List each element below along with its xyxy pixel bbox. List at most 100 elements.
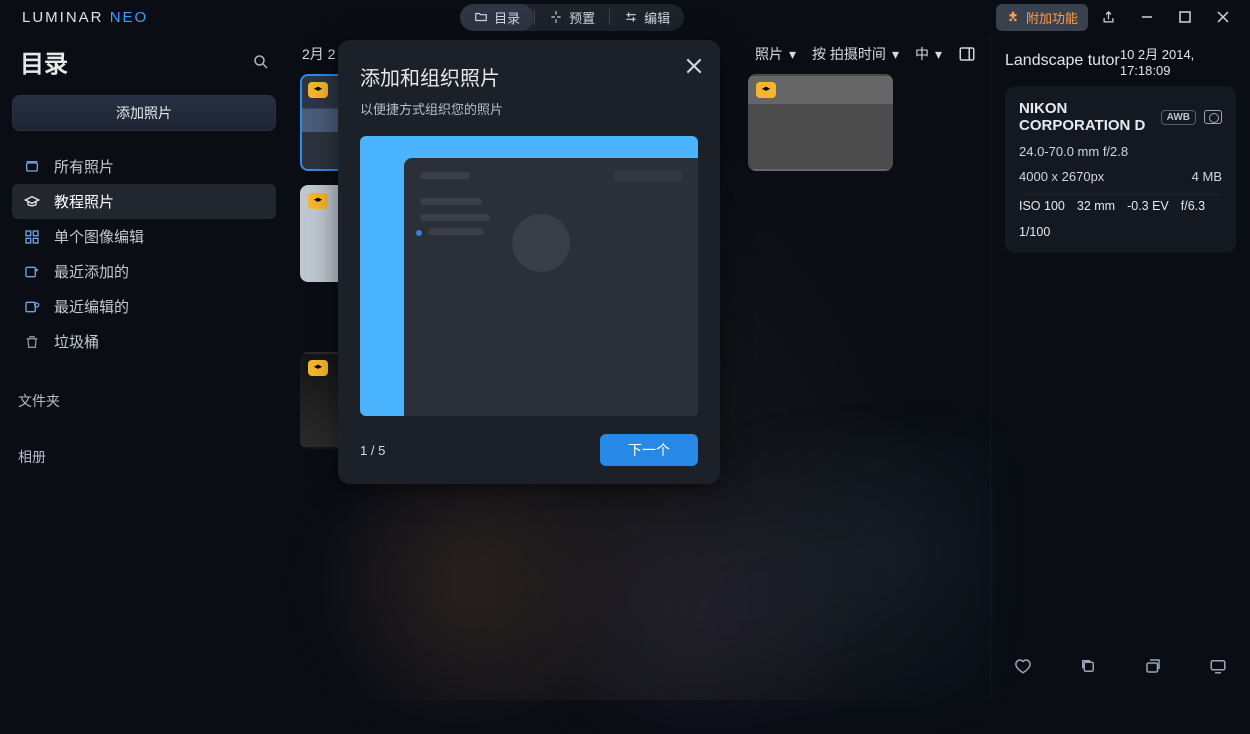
tutorial-badge-icon <box>756 82 776 98</box>
addons-button[interactable]: 附加功能 <box>996 4 1088 31</box>
info-header: Landscape tutoria 10 2月 2014, 17:18:09 <box>1005 44 1236 78</box>
heart-icon <box>1014 657 1032 675</box>
sidebar-item-label: 教程照片 <box>54 191 114 212</box>
chevron-down-icon: ▾ <box>935 46 942 63</box>
sort-label: 按 拍摄时间 <box>812 44 886 64</box>
tab-catalog-label: 目录 <box>494 8 520 27</box>
stack-button[interactable] <box>1141 654 1165 678</box>
sidebar-item-label: 最近编辑的 <box>54 296 129 317</box>
file-size: 4 MB <box>1192 169 1222 184</box>
next-label: 下一个 <box>628 442 670 458</box>
chevron-down-icon: ▾ <box>892 46 899 63</box>
onboarding-illustration <box>360 136 698 416</box>
trash-icon <box>24 334 42 350</box>
image-dimensions: 4000 x 2670px <box>1019 169 1104 184</box>
recent-add-icon <box>24 264 42 280</box>
exif-iso: ISO 100 <box>1019 199 1065 213</box>
favorite-button[interactable] <box>1011 654 1035 678</box>
onboarding-footer: 1 / 5 下一个 <box>360 434 698 466</box>
exif-row: ISO 100 32 mm -0.3 EV f/6.3 1/100 <box>1019 194 1222 239</box>
sidebar-item-label: 最近添加的 <box>54 261 129 282</box>
section-albums[interactable]: 相册 <box>12 425 276 471</box>
search-button[interactable] <box>252 53 270 71</box>
tutorial-badge-icon <box>308 82 328 98</box>
metadata-box: NIKON CORPORATION D AWB 24.0-70.0 mm f/2… <box>1005 86 1236 253</box>
close-icon <box>1217 11 1229 23</box>
sort-dropdown[interactable]: 按 拍摄时间 ▾ <box>812 44 899 64</box>
addons-label: 附加功能 <box>1026 8 1078 27</box>
exif-aperture: f/6.3 <box>1181 199 1205 213</box>
tab-presets[interactable]: 预置 <box>535 4 609 31</box>
onboarding-modal: 添加和组织照片 以便捷方式组织您的照片 1 / 5 下一个 <box>338 40 720 484</box>
maximize-button[interactable] <box>1168 3 1202 31</box>
sidebar-item-all-photos[interactable]: 所有照片 <box>12 149 276 184</box>
info-footer <box>1005 646 1236 690</box>
onboarding-next-button[interactable]: 下一个 <box>600 434 698 466</box>
exif-focal: 32 mm <box>1077 199 1115 213</box>
chevron-down-icon: ▾ <box>789 46 796 63</box>
sidebar-item-trash[interactable]: 垃圾桶 <box>12 324 276 359</box>
tab-edit[interactable]: 编辑 <box>610 4 684 31</box>
tab-presets-label: 预置 <box>569 8 595 27</box>
tutorial-badge-icon <box>308 360 328 376</box>
dimensions-row: 4000 x 2670px 4 MB <box>1019 169 1222 184</box>
close-button[interactable] <box>1206 3 1240 31</box>
stack-icon <box>1144 657 1162 675</box>
file-timestamp: 10 2月 2014, 17:18:09 <box>1120 44 1236 78</box>
size-label: 中 <box>915 44 929 64</box>
add-photo-label: 添加照片 <box>116 103 172 123</box>
onboarding-close-button[interactable] <box>682 54 706 78</box>
sliders-icon <box>624 10 638 24</box>
grid-icon <box>24 229 42 245</box>
lens-info: 24.0-70.0 mm f/2.8 <box>1019 144 1222 159</box>
section-folders[interactable]: 文件夹 <box>12 369 276 415</box>
photos-dropdown-label: 照片 <box>752 44 783 64</box>
sidebar-item-label: 单个图像编辑 <box>54 226 144 247</box>
sidebar-item-label: 垃圾桶 <box>54 331 99 352</box>
window-controls: 附加功能 <box>996 3 1240 31</box>
onboarding-title: 添加和组织照片 <box>360 62 698 91</box>
close-icon <box>686 58 702 74</box>
panel-icon <box>958 45 976 63</box>
exif-ev: -0.3 EV <box>1127 199 1169 213</box>
brand-text: LUMINAR <box>22 9 110 26</box>
sidebar-item-recently-edited[interactable]: 最近编辑的 <box>12 289 276 324</box>
sidebar-item-recently-added[interactable]: 最近添加的 <box>12 254 276 289</box>
info-panel: Landscape tutoria 10 2月 2014, 17:18:09 N… <box>990 34 1250 700</box>
grad-cap-icon <box>24 194 42 210</box>
camera-model: NIKON CORPORATION D <box>1019 100 1161 134</box>
sidebar-item-tutorial-photos[interactable]: 教程照片 <box>12 184 276 219</box>
tab-edit-label: 编辑 <box>644 8 670 27</box>
nav-list: 所有照片 教程照片 单个图像编辑 最近添加的 <box>12 149 276 359</box>
screen-button[interactable] <box>1206 654 1230 678</box>
camera-icon <box>1204 110 1222 124</box>
tutorial-badge-icon <box>308 193 328 209</box>
awb-badge: AWB <box>1161 110 1196 125</box>
photos-dropdown[interactable]: 照片 ▾ <box>752 44 796 64</box>
exif-shutter: 1/100 <box>1019 225 1050 239</box>
tab-catalog[interactable]: 目录 <box>460 4 534 31</box>
view-toggle[interactable] <box>958 45 976 63</box>
minimize-icon <box>1141 11 1153 23</box>
date-label: 2月 2 <box>302 44 335 64</box>
search-icon <box>252 53 270 71</box>
thumbnail[interactable] <box>748 74 893 171</box>
recent-edit-icon <box>24 299 42 315</box>
maximize-icon <box>1179 11 1191 23</box>
folder-icon <box>474 10 488 24</box>
copy-icon <box>1079 657 1097 675</box>
screen-icon <box>1209 657 1227 675</box>
onboarding-step: 1 / 5 <box>360 443 385 458</box>
sidebar-item-single-edit[interactable]: 单个图像编辑 <box>12 219 276 254</box>
onboarding-subtitle: 以便捷方式组织您的照片 <box>360 99 698 118</box>
copy-button[interactable] <box>1076 654 1100 678</box>
sidebar: 目录 添加照片 所有照片 教程照片 <box>0 34 288 700</box>
share-button[interactable] <box>1092 3 1126 31</box>
puzzle-icon <box>1006 10 1020 24</box>
share-icon <box>1101 10 1116 25</box>
sparkle-icon <box>549 10 563 24</box>
minimize-button[interactable] <box>1130 3 1164 31</box>
file-name: Landscape tutoria <box>1005 52 1120 70</box>
add-photo-button[interactable]: 添加照片 <box>12 95 276 131</box>
size-dropdown[interactable]: 中 ▾ <box>915 44 942 64</box>
